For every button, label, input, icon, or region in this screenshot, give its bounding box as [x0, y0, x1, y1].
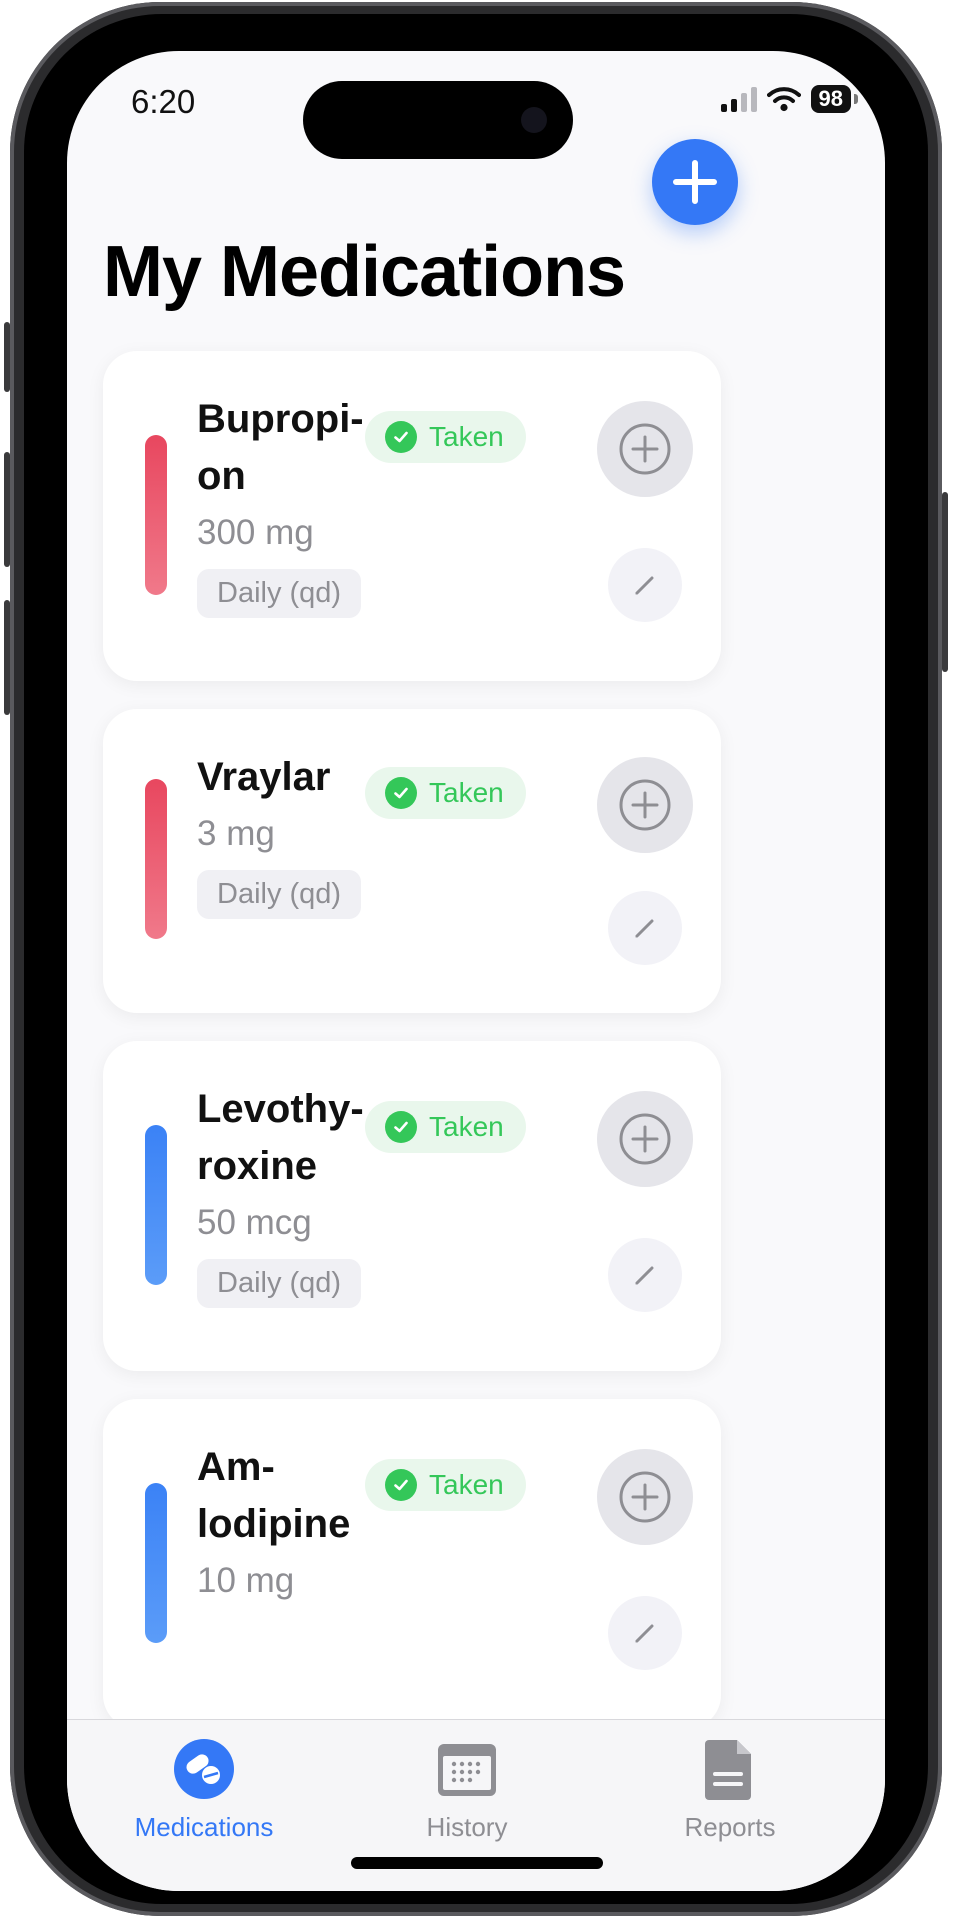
checkmark-icon: [385, 777, 417, 809]
bezel: 6:20 98 My Medications Bupropi- on 300 m…: [24, 14, 928, 1904]
edit-button[interactable]: [608, 1596, 682, 1670]
status-badge: Taken: [365, 1459, 526, 1511]
pencil-icon: [635, 576, 654, 595]
status-text: Taken: [429, 777, 504, 808]
medication-name: Vraylar: [197, 755, 331, 799]
medication-name: Bupropi-on: [197, 397, 364, 498]
medication-dose: 10 mg: [197, 1561, 295, 1600]
checkmark-icon: [385, 1469, 417, 1501]
log-dose-button[interactable]: [597, 401, 693, 497]
status-text: Taken: [429, 421, 504, 452]
color-indicator: [145, 435, 167, 595]
page-title: My Medications: [103, 232, 626, 312]
medication-list: Bupropi-on 300 mg Daily (qd) Taken Vrayl…: [103, 351, 721, 1757]
medication-card[interactable]: Am-lodipine 10 mg Taken: [103, 1399, 721, 1729]
frequency-tag: Daily (qd): [197, 569, 362, 618]
log-dose-button[interactable]: [597, 757, 693, 853]
document-icon: [705, 1740, 751, 1800]
phone-frame: 6:20 98 My Medications Bupropi- on 300 m…: [4, 2, 948, 1916]
calendar-icon: [438, 1744, 496, 1796]
color-indicator: [145, 1483, 167, 1643]
tab-medications[interactable]: Medications: [119, 1720, 289, 1891]
status-badge: Taken: [365, 411, 526, 463]
camera-icon: [521, 107, 547, 133]
status-text: Taken: [429, 1111, 504, 1142]
volume-down-button: [4, 600, 10, 715]
plus-circle-icon: [619, 1113, 671, 1165]
checkmark-icon: [385, 1111, 417, 1143]
status-time: 6:20: [131, 83, 196, 120]
wifi-icon: [766, 87, 801, 112]
edit-button[interactable]: [608, 891, 682, 965]
add-medication-button[interactable]: [652, 139, 738, 225]
action-button: [4, 322, 10, 392]
status-badge: Taken: [365, 1101, 526, 1153]
battery-icon: 98: [810, 85, 859, 113]
frequency-tag: Daily (qd): [197, 870, 362, 919]
medication-name: Am-lodipine: [197, 1445, 351, 1546]
color-indicator: [145, 1125, 167, 1285]
medication-card[interactable]: Levothy-roxine 50 mcg Daily (qd) Taken: [103, 1041, 721, 1371]
plus-circle-icon: [619, 779, 671, 831]
power-button: [942, 492, 948, 672]
plus-circle-icon: [619, 423, 671, 475]
plus-circle-icon: [619, 1471, 671, 1523]
tab-label: History: [426, 1812, 508, 1842]
edit-button[interactable]: [608, 548, 682, 622]
pills-icon: [174, 1739, 234, 1799]
color-indicator: [145, 779, 167, 939]
log-dose-button[interactable]: [597, 1449, 693, 1545]
status-badge: Taken: [365, 767, 526, 819]
pencil-icon: [635, 1266, 654, 1285]
pencil-icon: [635, 919, 654, 938]
medication-dose: 300 mg: [197, 513, 314, 552]
tab-label: Medications: [134, 1812, 274, 1842]
screen: 6:20 98 My Medications Bupropi- on 300 m…: [67, 51, 885, 1891]
medication-dose: 50 mcg: [197, 1203, 312, 1242]
pencil-icon: [635, 1624, 654, 1643]
medication-card[interactable]: Bupropi-on 300 mg Daily (qd) Taken: [103, 351, 721, 681]
tab-reports[interactable]: Reports: [645, 1720, 815, 1891]
medication-name: Levothy-roxine: [197, 1087, 364, 1188]
edit-button[interactable]: [608, 1238, 682, 1312]
checkmark-icon: [385, 421, 417, 453]
plus-icon: [673, 160, 717, 204]
status-text: Taken: [429, 1469, 504, 1500]
dynamic-island: [303, 81, 573, 159]
home-indicator[interactable]: [351, 1857, 603, 1869]
status-icons: 98: [720, 85, 859, 113]
tab-label: Reports: [684, 1812, 776, 1842]
medication-card[interactable]: Vraylar 3 mg Daily (qd) Taken: [103, 709, 721, 1013]
signal-icon: [720, 86, 757, 112]
log-dose-button[interactable]: [597, 1091, 693, 1187]
frequency-tag: Daily (qd): [197, 1259, 362, 1308]
volume-up-button: [4, 452, 10, 567]
